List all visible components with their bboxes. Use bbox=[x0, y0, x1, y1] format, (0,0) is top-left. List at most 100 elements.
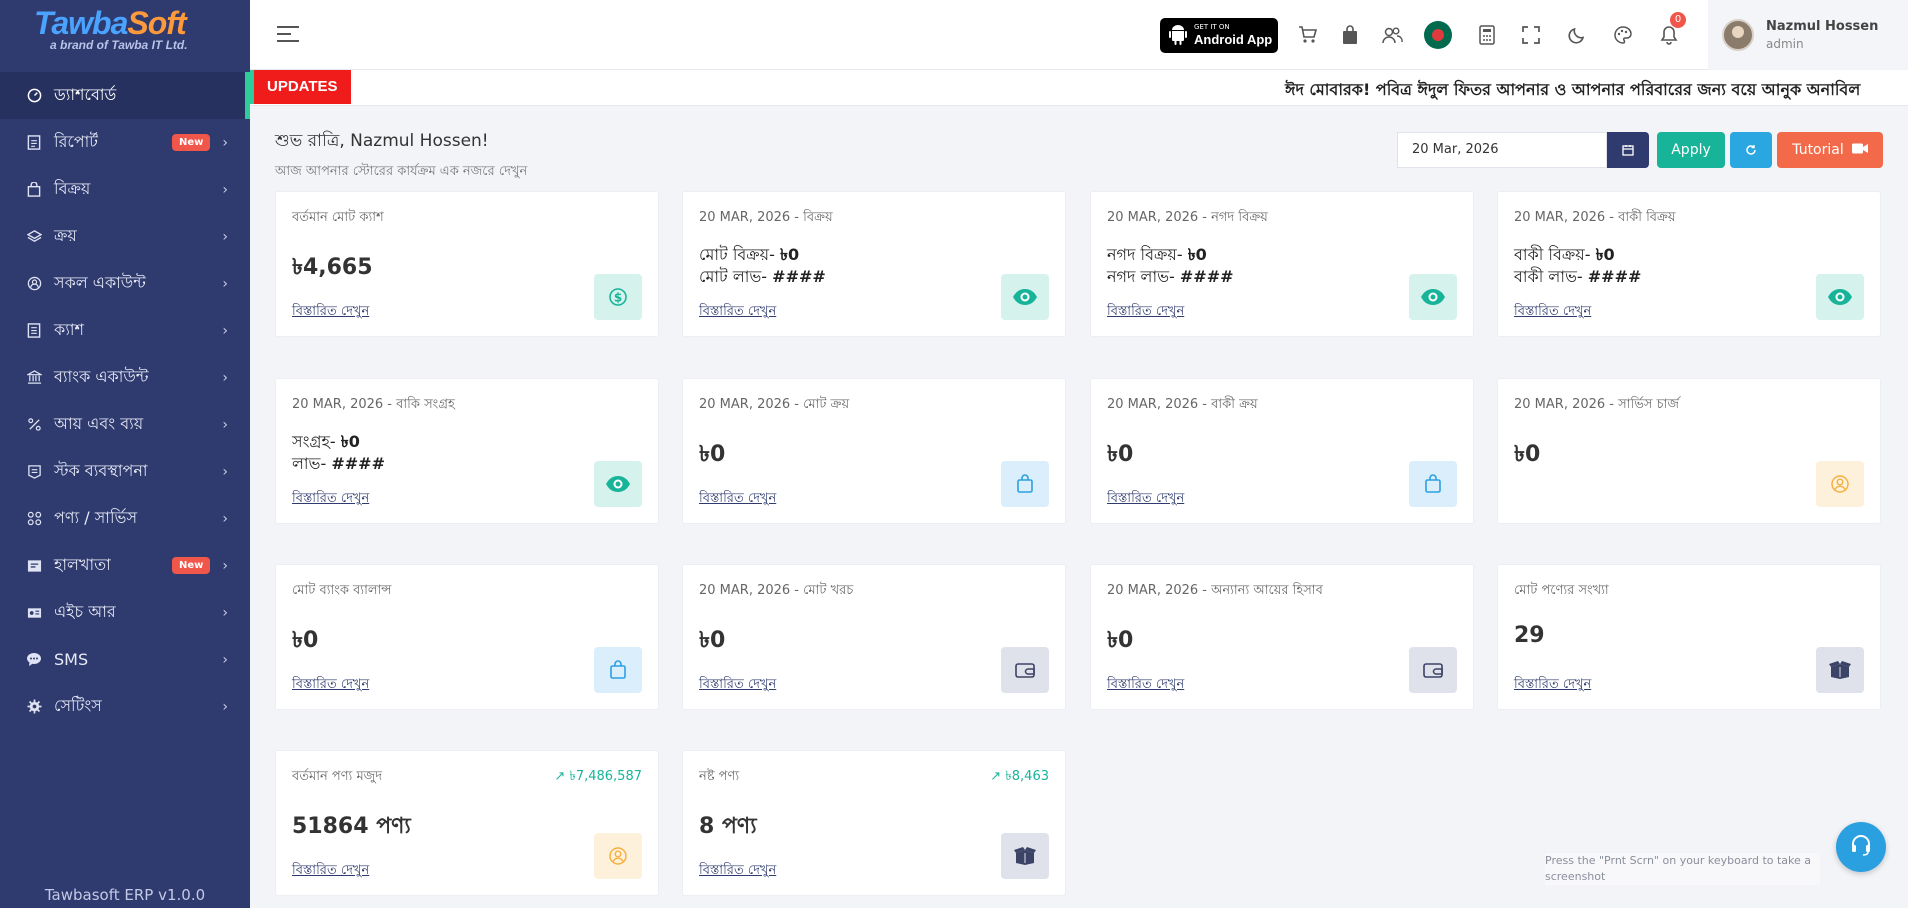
sidebar-item-stock[interactable]: স্টক ব্যবস্থাপনা › bbox=[0, 448, 250, 495]
top-bar: GET IT ON Android App 0 Nazmul Hossen adm… bbox=[250, 0, 1908, 70]
eye-icon[interactable] bbox=[594, 461, 642, 507]
cash-icon bbox=[26, 323, 42, 339]
sidebar-item-bank-account[interactable]: ব্যাংক একাউন্ট › bbox=[0, 354, 250, 401]
line-label: নগদ বিক্রয়- bbox=[1107, 245, 1188, 264]
sidebar-item-all-accounts[interactable]: সকল একাউন্ট › bbox=[0, 260, 250, 307]
card-due-purchase: 20 MAR, 2026 - বাকী ক্রয় ৳0 বিস্তারিত দ… bbox=[1090, 378, 1474, 524]
card-title: 20 MAR, 2026 - বাকী ক্রয় bbox=[1107, 397, 1258, 412]
details-link[interactable]: বিস্তারিত দেখুন bbox=[1107, 489, 1184, 510]
line-value: #### bbox=[1587, 267, 1642, 286]
details-link[interactable]: বিস্তারিত দেখুন bbox=[699, 489, 776, 510]
calendar-button[interactable] bbox=[1607, 132, 1649, 168]
details-link[interactable]: বিস্তারিত দেখুন bbox=[699, 675, 776, 696]
tutorial-button[interactable]: Tutorial bbox=[1777, 132, 1883, 168]
card-sales: 20 MAR, 2026 - বিক্রয় মোট বিক্রয়- ৳0 ম… bbox=[682, 191, 1066, 337]
cart-icon[interactable] bbox=[1297, 24, 1319, 46]
line-value: ৳0 bbox=[1187, 245, 1207, 264]
app-version: Tawbasoft ERP v1.0.0 bbox=[44, 886, 206, 904]
details-link[interactable]: বিস্তারিত দেখুন bbox=[699, 861, 776, 882]
date-input[interactable]: 20 Mar, 2026 bbox=[1397, 132, 1607, 168]
card-title: 20 MAR, 2026 - সার্ভিস চার্জ bbox=[1514, 397, 1680, 412]
shopping-bag-icon bbox=[1001, 461, 1049, 507]
chevron-right-icon: › bbox=[222, 651, 228, 668]
calculator-icon[interactable] bbox=[1476, 24, 1498, 46]
wallet-icon bbox=[1001, 647, 1049, 693]
sidebar-item-settings[interactable]: সেটিংস › bbox=[0, 683, 250, 730]
sidebar-item-sms[interactable]: SMS › bbox=[0, 636, 250, 683]
updates-label: UPDATES bbox=[250, 70, 351, 104]
line-label: সংগ্রহ- bbox=[292, 432, 341, 451]
palette-icon[interactable] bbox=[1612, 24, 1634, 46]
refresh-icon bbox=[1745, 141, 1757, 160]
sidebar-item-dashboard[interactable]: ড্যাশবোর্ড bbox=[0, 72, 250, 119]
details-link[interactable]: বিস্তারিত দেখুন bbox=[1514, 302, 1591, 323]
sidebar-item-cash[interactable]: ক্যাশ › bbox=[0, 307, 250, 354]
damaged-trend-value: ↗ ৳8,463 bbox=[990, 767, 1049, 788]
dark-mode-moon-icon[interactable] bbox=[1566, 24, 1588, 46]
details-link[interactable]: বিস্তারিত দেখুন bbox=[1107, 302, 1184, 323]
updates-message: ঈদ মোবারক! পবিত্র ঈদুল ফিতর আপনার ও আপনা… bbox=[1285, 80, 1861, 99]
chevron-right-icon: › bbox=[222, 275, 228, 292]
apply-button[interactable]: Apply bbox=[1657, 132, 1725, 168]
line-label: মোট বিক্রয়- bbox=[699, 245, 780, 264]
brand-part2: Soft bbox=[127, 5, 186, 41]
trend-amount: ৳8,463 bbox=[1005, 769, 1049, 784]
brand-logo[interactable]: TawbaSoft a brand of Tawba IT Ltd. bbox=[0, 0, 250, 72]
line-label: নগদ লাভ- bbox=[1107, 267, 1180, 286]
video-camera-icon bbox=[1851, 142, 1868, 158]
details-link[interactable]: বিস্তারিত দেখুন bbox=[292, 489, 369, 510]
sidebar-item-label: হালখাতা bbox=[54, 555, 111, 574]
new-badge: New bbox=[172, 557, 211, 574]
updates-ticker: UPDATES ঈদ মোবারক! পবিত্র ঈদুল ফিতর আপনা… bbox=[250, 70, 1908, 106]
shopping-bag-icon[interactable] bbox=[1339, 24, 1361, 46]
eye-icon[interactable] bbox=[1409, 274, 1457, 320]
user-profile-menu[interactable]: Nazmul Hossen admin bbox=[1708, 0, 1908, 70]
details-link[interactable]: বিস্তারিত দেখুন bbox=[292, 675, 369, 696]
card-line-2: লাভ- #### bbox=[292, 451, 385, 478]
card-service-charge: 20 MAR, 2026 - সার্ভিস চার্জ ৳0 bbox=[1497, 378, 1881, 524]
open-box-icon bbox=[1001, 833, 1049, 879]
tutorial-label: Tutorial bbox=[1792, 142, 1844, 158]
stock-trend-value: ↗ ৳7,486,587 bbox=[554, 767, 642, 788]
eye-icon[interactable] bbox=[1816, 274, 1864, 320]
sidebar-item-label: আয় এবং ব্যয় bbox=[54, 414, 144, 433]
sidebar-item-halkhata[interactable]: হালখাতা New › bbox=[0, 542, 250, 589]
chevron-right-icon: › bbox=[222, 181, 228, 198]
notification-count-badge: 0 bbox=[1670, 12, 1686, 28]
brand-tagline: a brand of Tawba IT Ltd. bbox=[50, 38, 188, 52]
details-link[interactable]: বিস্তারিত দেখুন bbox=[292, 861, 369, 882]
chevron-right-icon: › bbox=[222, 698, 228, 715]
card-value: 29 bbox=[1514, 623, 1545, 648]
shopping-bag-icon bbox=[1409, 461, 1457, 507]
sidebar-item-purchase[interactable]: ক্রয় › bbox=[0, 213, 250, 260]
menu-toggle-icon[interactable] bbox=[277, 26, 299, 42]
android-app-button[interactable]: GET IT ON Android App bbox=[1160, 18, 1278, 53]
card-title: মোট ব্যাংক ব্যালান্স bbox=[292, 583, 392, 598]
card-title: বর্তমান মোট ক্যাশ bbox=[292, 210, 384, 225]
users-icon[interactable] bbox=[1381, 24, 1403, 46]
card-title: 20 MAR, 2026 - বিক্রয় bbox=[699, 210, 833, 225]
sidebar-item-sale[interactable]: বিক্রয় › bbox=[0, 166, 250, 213]
sidebar-item-hr[interactable]: এইচ আর › bbox=[0, 589, 250, 636]
card-value: ৳0 bbox=[699, 628, 726, 653]
sidebar-item-products[interactable]: পণ্য / সার্ভিস › bbox=[0, 495, 250, 542]
bangladesh-flag-icon[interactable] bbox=[1424, 21, 1452, 49]
sidebar-item-report[interactable]: রিপোর্ট New › bbox=[0, 119, 250, 166]
eye-icon[interactable] bbox=[1001, 274, 1049, 320]
line-value: #### bbox=[772, 267, 826, 286]
sidebar-item-income-expense[interactable]: আয় এবং ব্যয় › bbox=[0, 401, 250, 448]
card-title: 20 MAR, 2026 - অন্যান্য আয়ের হিসাব bbox=[1107, 583, 1323, 598]
details-link[interactable]: বিস্তারিত দেখুন bbox=[1514, 675, 1591, 696]
chevron-right-icon: › bbox=[222, 228, 228, 245]
bank-icon bbox=[26, 370, 42, 386]
details-link[interactable]: বিস্তারিত দেখুন bbox=[1107, 675, 1184, 696]
details-link[interactable]: বিস্তারিত দেখুন bbox=[699, 302, 776, 323]
brand-part1: Tawba bbox=[34, 5, 128, 41]
product-grid-icon bbox=[26, 511, 42, 527]
details-link[interactable]: বিস্তারিত দেখুন bbox=[292, 302, 369, 323]
refresh-button[interactable] bbox=[1730, 132, 1772, 168]
support-chat-button[interactable] bbox=[1836, 822, 1886, 872]
sidebar-item-label: ক্রয় bbox=[54, 226, 77, 245]
chevron-right-icon: › bbox=[222, 510, 228, 527]
fullscreen-icon[interactable] bbox=[1520, 24, 1542, 46]
